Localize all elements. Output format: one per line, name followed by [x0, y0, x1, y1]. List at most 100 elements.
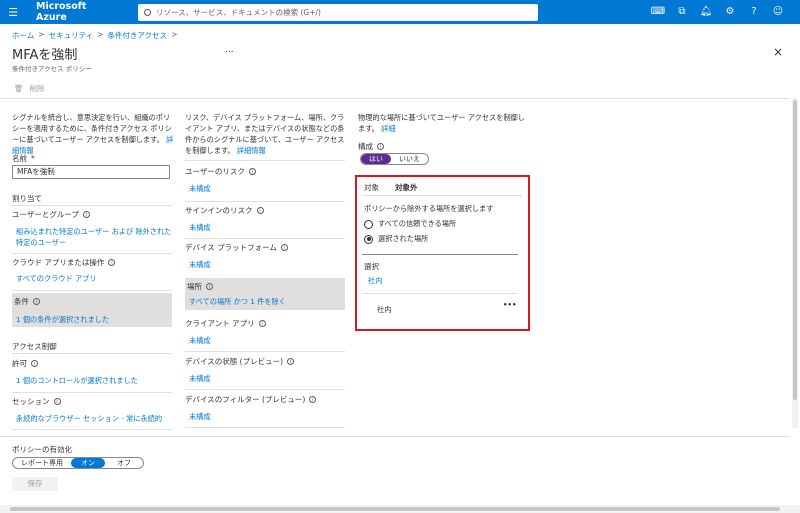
divider [12, 253, 172, 254]
divider [362, 293, 518, 294]
hamburger-menu-icon[interactable]: ☰ [0, 0, 26, 24]
info-icon[interactable]: i [53, 398, 61, 405]
tab-divider [362, 195, 522, 196]
breadcrumb-conditional-access[interactable]: 条件付きアクセス [107, 30, 167, 41]
info-icon[interactable]: i [258, 320, 266, 327]
info-icon[interactable]: i [82, 211, 90, 218]
brand-logo[interactable]: Microsoft Azure [36, 1, 118, 23]
feedback-icon[interactable]: ☺ [766, 0, 790, 24]
name-label: 名前 * [12, 154, 35, 163]
learn-more-link[interactable]: 詳細 [381, 124, 395, 133]
locations-row[interactable]: 場所 i すべての場所 かつ 1 件を除く [185, 278, 345, 310]
users-value[interactable]: 組み込まれた特定のユーザー および 除外された特定のユーザー [12, 226, 172, 248]
user-risk-row[interactable]: ユーザーのリスク i 未構成 [185, 166, 345, 202]
configure-label: 構成 i [358, 141, 384, 152]
cloud-shell-icon[interactable]: ⌨ [646, 0, 670, 24]
enable-policy-toggle[interactable]: レポート専用 オン オフ [12, 457, 144, 469]
learn-more-link[interactable]: 詳細情報 [237, 146, 266, 155]
divider [12, 392, 172, 393]
info-icon[interactable]: i [248, 168, 256, 175]
selected-locations-link[interactable]: 社内 [368, 276, 382, 286]
divider [185, 389, 345, 390]
vertical-scrollbar-thumb[interactable] [793, 100, 797, 400]
save-button[interactable]: 保存 [12, 477, 58, 491]
breadcrumb-separator: > [97, 30, 104, 39]
info-icon[interactable]: i [206, 283, 213, 290]
locations-column: 物理的な場所に基づいてユーザー アクセスを制御します。 詳細 [358, 112, 528, 134]
policy-settings-column: シグナルを統合し、意思決定を行い、組織のポリシーを適用するために、条件付きアクセ… [12, 112, 174, 156]
delete-button[interactable]: 🗑︎ 削除 [14, 83, 45, 94]
grant-row[interactable]: 許可 i 1 個のコントロールが選択されました [12, 358, 172, 390]
info-icon[interactable]: i [377, 143, 384, 150]
policy-description: シグナルを統合し、意思決定を行い、組織のポリシーを適用するために、条件付きアクセ… [12, 113, 174, 155]
users-and-groups-row[interactable]: ユーザーとグループ i 組み込まれた特定のユーザー および 除外された特定のユーザ… [12, 209, 172, 253]
info-icon[interactable]: i [33, 298, 40, 305]
radio-button-checked[interactable] [364, 234, 373, 244]
enable-policy-label: ポリシーの有効化 [12, 445, 72, 454]
exclude-prompt: ポリシーから除外する場所を選択します [364, 204, 494, 213]
page-subtitle: 条件付きアクセス ポリシー [12, 65, 92, 73]
location-item-name: 社内 [377, 305, 392, 314]
divider [12, 353, 172, 354]
device-filter-row[interactable]: デバイスのフィルター (プレビュー) i 未構成 [185, 394, 345, 428]
top-nav-bar: ☰ Microsoft Azure リソース、サービス、ドキュメントの検索 (G… [0, 0, 800, 24]
horizontal-scrollbar-thumb[interactable] [10, 507, 780, 511]
divider [12, 429, 172, 430]
session-row[interactable]: セッション i 永続的なブラウザー セッション - 常に永続的 [12, 396, 172, 428]
breadcrumb-separator: > [38, 30, 45, 39]
access-controls-heading: アクセス制御 [12, 342, 57, 351]
info-icon[interactable]: i [287, 358, 295, 365]
conditions-column: リスク、デバイス プラットフォーム、場所、クライアント アプリ、またはデバイスの… [185, 112, 345, 156]
divider [185, 160, 345, 161]
client-apps-row[interactable]: クライアント アプリ i 未構成 [185, 318, 345, 352]
gear-icon[interactable]: ⚙ [718, 0, 742, 24]
policy-name-input[interactable]: MFAを強制 [12, 165, 170, 179]
page-title: MFAを強制 [12, 48, 78, 63]
global-search-input[interactable]: リソース、サービス、ドキュメントの検索 (G+/) [138, 3, 538, 21]
configure-toggle[interactable]: はい いいえ [360, 153, 429, 165]
info-icon[interactable]: i [108, 259, 116, 266]
cloud-apps-row[interactable]: クラウド アプリまたは操作 i すべてのクラウド アプリ [12, 257, 172, 289]
configure-yes-option[interactable]: はい [361, 154, 391, 164]
configure-no-option[interactable]: いいえ [391, 154, 428, 164]
divider [185, 201, 345, 202]
directory-filter-icon[interactable]: ⧉ [670, 0, 694, 24]
bell-icon[interactable]: 🔔︎ [694, 0, 718, 24]
on-option[interactable]: オン [71, 458, 105, 468]
location-item-more-button[interactable]: ••• [503, 301, 516, 309]
info-icon[interactable]: i [31, 360, 38, 367]
device-state-row[interactable]: デバイスの状態 (プレビュー) i 未構成 [185, 356, 345, 390]
radio-selected-locations[interactable]: 選択された場所 [364, 234, 428, 244]
close-button[interactable]: × [773, 45, 783, 59]
off-option[interactable]: オフ [105, 458, 143, 468]
session-value[interactable]: 永続的なブラウザー セッション - 常に永続的 [12, 413, 172, 424]
info-icon[interactable]: i [256, 207, 264, 214]
cloud-apps-value[interactable]: すべてのクラウド アプリ [12, 273, 172, 284]
radio-all-trusted[interactable]: すべての信頼できる場所 [364, 219, 456, 229]
toolbar-divider [0, 98, 790, 99]
divider [362, 254, 518, 255]
conditions-row[interactable]: 条件 i 1 個の条件が選択されました [12, 293, 172, 327]
conditions-description: リスク、デバイス プラットフォーム、場所、クライアント アプリ、またはデバイスの… [185, 113, 345, 155]
search-icon [144, 8, 151, 16]
info-icon[interactable]: i [309, 396, 317, 403]
footer-divider [0, 436, 790, 437]
tab-include[interactable]: 対象 [364, 182, 379, 196]
assignments-heading: 割り当て [12, 194, 42, 203]
breadcrumb: ホーム > セキュリティ > 条件付きアクセス > [12, 30, 177, 41]
sign-in-risk-row[interactable]: サインインのリスク i 未構成 [185, 205, 345, 239]
select-heading: 選択 [364, 262, 379, 271]
breadcrumb-home[interactable]: ホーム [12, 30, 34, 41]
locations-description: 物理的な場所に基づいてユーザー アクセスを制御します。 詳細 [358, 113, 525, 133]
device-platform-row[interactable]: デバイス プラットフォーム i 未構成 [185, 242, 345, 276]
divider [12, 290, 172, 291]
info-icon[interactable]: i [280, 244, 288, 251]
breadcrumb-security[interactable]: セキュリティ [49, 30, 94, 41]
report-only-option[interactable]: レポート専用 [13, 458, 71, 468]
radio-button[interactable] [364, 219, 373, 229]
help-icon[interactable]: ? [742, 0, 766, 24]
conditions-value[interactable]: 1 個の条件が選択されました [14, 314, 172, 325]
grant-value[interactable]: 1 個のコントロールが選択されました [12, 375, 172, 386]
tab-exclude[interactable]: 対象外 [395, 182, 418, 196]
more-options-button[interactable]: ... [225, 45, 234, 55]
